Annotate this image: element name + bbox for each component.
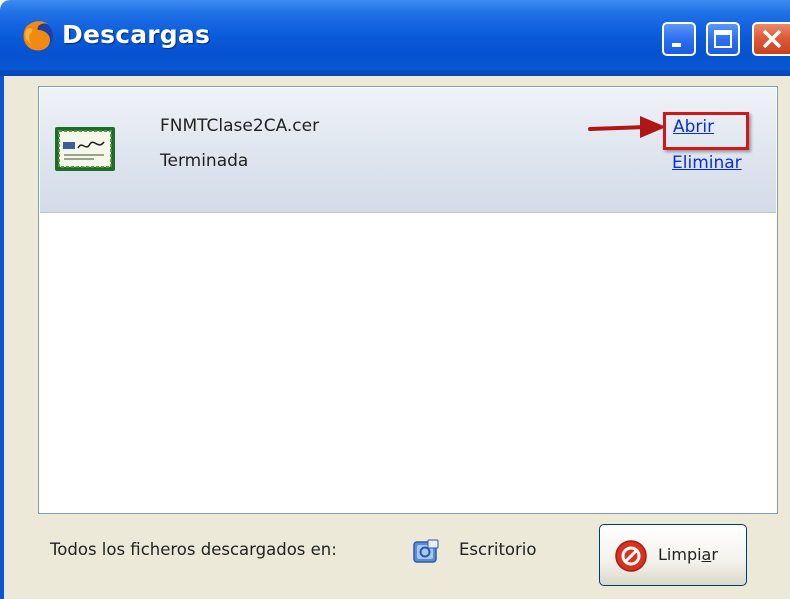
downloads-list[interactable]: FNMTClase2CA.cer Terminada Abrir Elimina… <box>38 86 778 514</box>
maximize-icon <box>714 30 732 48</box>
download-folder-name[interactable]: Escritorio <box>459 540 537 559</box>
maximize-button[interactable] <box>706 22 740 56</box>
open-link[interactable]: Abrir <box>673 117 714 137</box>
download-status: Terminada <box>160 151 249 171</box>
clear-button-label: Limpiar <box>658 545 718 564</box>
close-icon <box>762 29 782 49</box>
download-file-name: FNMTClase2CA.cer <box>160 116 320 136</box>
desktop-folder-icon[interactable] <box>412 538 440 566</box>
minimize-button[interactable] <box>662 22 696 56</box>
download-item[interactable]: FNMTClase2CA.cer Terminada Abrir Elimina… <box>40 88 776 213</box>
download-location-label: Todos los ficheros descargados en: <box>50 540 337 559</box>
title-bar[interactable]: Descargas <box>0 0 790 76</box>
red-arrow-annotation <box>588 116 666 138</box>
clear-stop-icon <box>615 540 647 572</box>
firefox-icon <box>23 21 53 51</box>
close-button[interactable] <box>752 22 790 56</box>
downloads-window: Descargas FNMTClase2CA.cer Terminada Abr… <box>0 0 790 599</box>
certificate-icon <box>55 127 115 171</box>
clear-button[interactable]: Limpiar <box>599 524 747 586</box>
remove-link[interactable]: Eliminar <box>672 153 742 173</box>
minimize-icon <box>672 43 681 47</box>
window-title: Descargas <box>62 20 211 49</box>
